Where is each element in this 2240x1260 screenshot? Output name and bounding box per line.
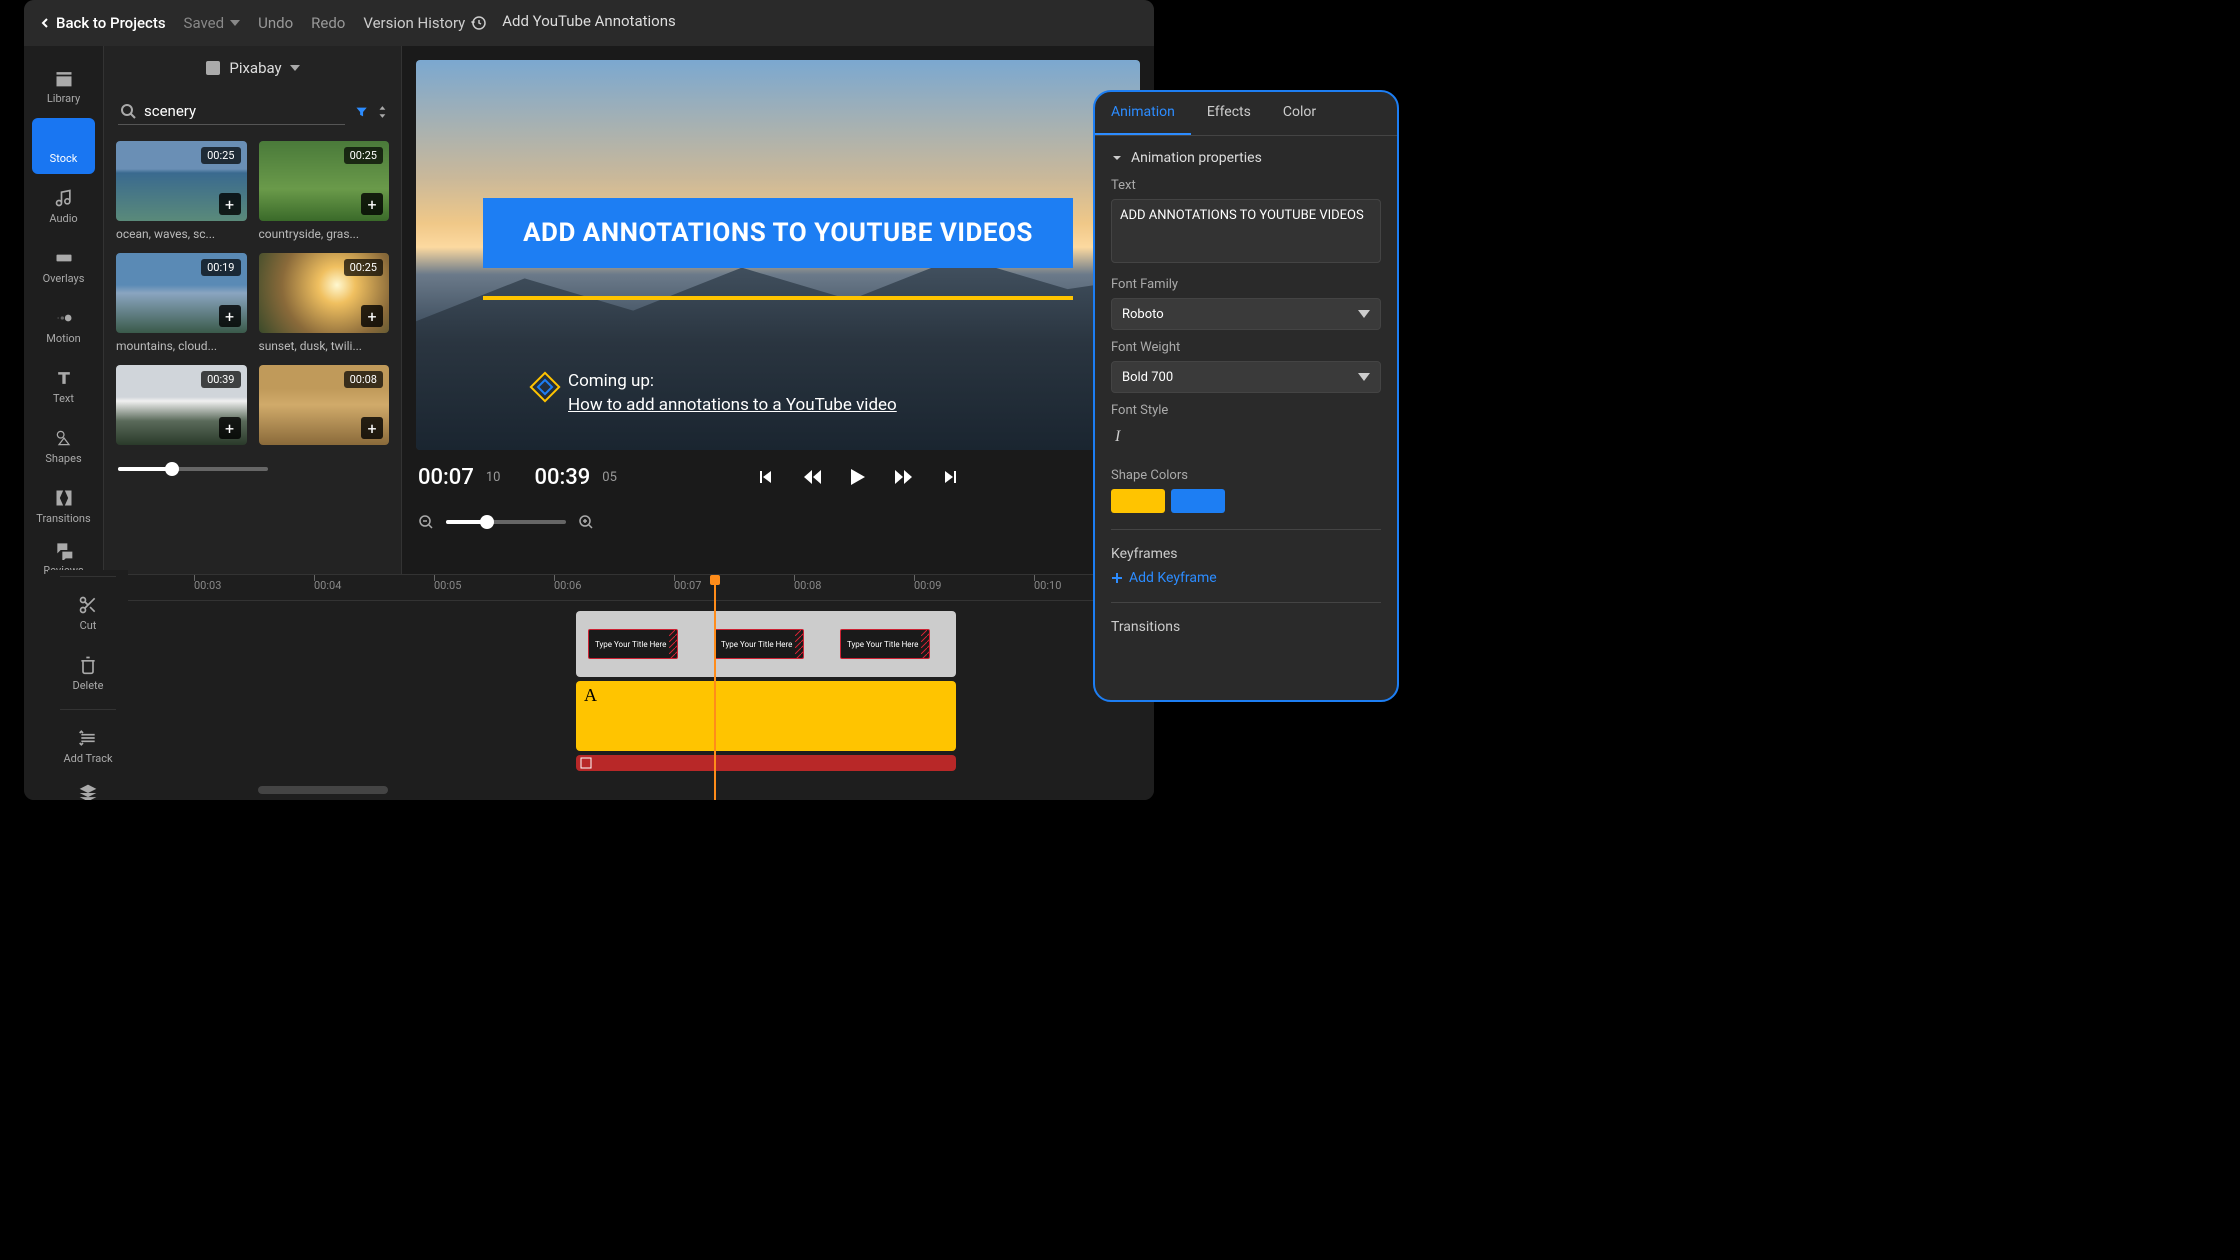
title-banner: ADD ANNOTATIONS TO YOUTUBE VIDEOS [483, 198, 1073, 268]
add-icon[interactable]: + [219, 417, 241, 439]
sidebar-stock[interactable]: Stock [32, 118, 95, 174]
tab-color[interactable]: Color [1267, 92, 1332, 135]
underline-shape [483, 296, 1073, 300]
tab-effects[interactable]: Effects [1191, 92, 1267, 135]
title-clip[interactable]: Type Your Title Here [714, 629, 804, 659]
search-icon [120, 103, 136, 119]
color-swatch[interactable] [1111, 489, 1165, 513]
text-input[interactable] [1111, 199, 1381, 263]
project-title: Add YouTube Annotations [502, 12, 676, 30]
zoom-in-icon[interactable] [578, 514, 594, 530]
stock-thumb[interactable]: 00:08+ [259, 365, 390, 445]
keyframes-label: Keyframes [1111, 546, 1381, 562]
italic-toggle[interactable]: I [1111, 424, 1381, 450]
sidebar-audio[interactable]: Audio [32, 178, 95, 234]
sidebar-motion[interactable]: Motion [32, 298, 95, 354]
zoom-out-icon[interactable] [418, 514, 434, 530]
add-icon[interactable]: + [361, 305, 383, 327]
transitions-label: Transitions [1111, 619, 1381, 635]
back-label: Back to Projects [56, 14, 166, 32]
audio-track[interactable] [576, 755, 956, 771]
skip-end-button[interactable] [943, 469, 959, 485]
timeline-zoom-slider[interactable] [446, 520, 566, 524]
timeline: 00:03 00:04 00:05 00:06 00:07 00:08 00:0… [128, 574, 1154, 800]
redo-button[interactable]: Redo [311, 14, 345, 32]
text-label: Text [1111, 178, 1381, 193]
stock-thumb[interactable]: 00:25+countryside, gras... [259, 141, 390, 241]
sidebar-text[interactable]: Text [32, 358, 95, 414]
coming-up-overlay: Coming up: How to add annotations to a Y… [534, 370, 897, 418]
video-track[interactable]: Type Your Title Here Type Your Title Her… [576, 611, 956, 677]
chevron-down-icon [1111, 152, 1123, 164]
stock-thumb[interactable]: 00:39+ [116, 365, 247, 445]
topbar: Back to Projects Saved Undo Redo Version… [24, 0, 1154, 46]
sidebar-library[interactable]: Library [32, 58, 95, 114]
cut-button[interactable]: Cut [56, 585, 120, 641]
sort-icon[interactable] [378, 104, 387, 120]
current-time: 00:07 [418, 465, 474, 490]
stock-thumb[interactable]: 00:25+ocean, waves, sc... [116, 141, 247, 241]
text-track[interactable]: A [576, 681, 956, 751]
skip-start-button[interactable] [757, 469, 773, 485]
add-icon[interactable]: + [219, 305, 241, 327]
search-input[interactable] [144, 102, 343, 120]
thumb-zoom-slider[interactable] [118, 467, 268, 471]
timeline-scrollbar[interactable] [258, 786, 388, 794]
diamond-icon [529, 372, 560, 403]
font-family-label: Font Family [1111, 277, 1381, 292]
title-clip[interactable]: Type Your Title Here [588, 629, 678, 659]
filter-icon[interactable] [355, 103, 368, 121]
rewind-button[interactable] [803, 469, 821, 485]
tab-animation[interactable]: Animation [1095, 92, 1191, 135]
add-track-button[interactable]: Add Track [56, 718, 120, 774]
sidebar-transitions[interactable]: Transitions [32, 478, 95, 534]
add-keyframe-button[interactable]: Add Keyframe [1111, 570, 1381, 586]
title-clip[interactable]: Type Your Title Here [840, 629, 930, 659]
back-to-projects[interactable]: Back to Projects [40, 14, 166, 32]
shape-colors-label: Shape Colors [1111, 468, 1381, 483]
edit-sidebar: Cut Delete Add Track [48, 570, 128, 800]
stock-source-select[interactable]: Pixabay [104, 46, 401, 90]
delete-button[interactable]: Delete [56, 645, 120, 701]
font-weight-select[interactable]: Bold 700 [1111, 361, 1381, 393]
font-family-select[interactable]: Roboto [1111, 298, 1381, 330]
total-time: 00:39 [534, 465, 590, 490]
save-status[interactable]: Saved [184, 14, 241, 32]
font-weight-label: Font Weight [1111, 340, 1381, 355]
play-button[interactable] [851, 469, 865, 485]
version-history[interactable]: Version History [363, 14, 487, 32]
inspector-panel: Animation Effects Color Animation proper… [1093, 90, 1399, 702]
forward-button[interactable] [895, 469, 913, 485]
add-icon[interactable]: + [219, 193, 241, 215]
stock-thumb[interactable]: 00:25+sunset, dusk, twili... [259, 253, 390, 353]
thumbnail-grid: 00:25+ocean, waves, sc... 00:25+countrys… [104, 129, 401, 457]
playhead[interactable] [714, 575, 716, 800]
transport-bar: 00:0710 00:3905 110% [402, 450, 1154, 504]
section-header[interactable]: Animation properties [1111, 150, 1381, 166]
layers-button[interactable] [56, 778, 120, 800]
add-icon[interactable]: + [361, 193, 383, 215]
add-icon[interactable]: + [361, 417, 383, 439]
sidebar-overlays[interactable]: Overlays [32, 238, 95, 294]
font-style-label: Font Style [1111, 403, 1381, 418]
undo-button[interactable]: Undo [258, 14, 293, 32]
stock-thumb[interactable]: 00:19+mountains, cloud... [116, 253, 247, 353]
color-swatch[interactable] [1171, 489, 1225, 513]
preview-canvas[interactable]: ADD ANNOTATIONS TO YOUTUBE VIDEOS Coming… [416, 60, 1140, 450]
sidebar-shapes[interactable]: Shapes [32, 418, 95, 474]
timeline-ruler[interactable]: 00:03 00:04 00:05 00:06 00:07 00:08 00:0… [128, 575, 1154, 601]
